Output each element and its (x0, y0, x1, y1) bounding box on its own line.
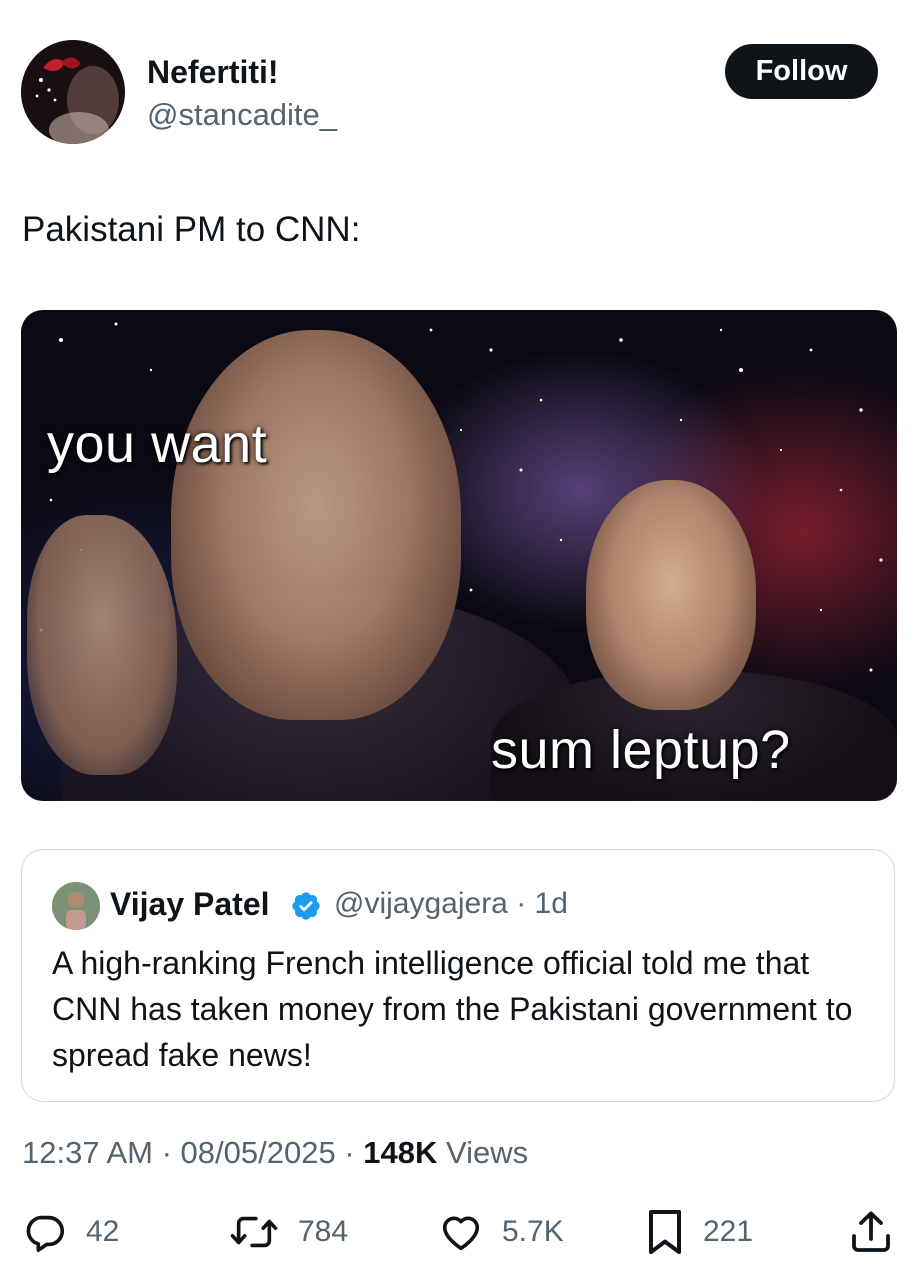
tweet-text: Pakistani PM to CNN: (22, 210, 361, 249)
bookmark-icon (649, 1210, 681, 1254)
share-button[interactable] (849, 1207, 893, 1257)
quoted-display-name[interactable]: Vijay Patel (110, 882, 270, 926)
meme-caption-top: you want (47, 414, 268, 474)
author-display-name[interactable]: Nefertiti! (147, 52, 279, 92)
reply-icon (26, 1215, 65, 1253)
heart-icon (442, 1216, 480, 1251)
tweet-meta: 12:37 AM · 08/05/2025 · 148K Views (22, 1131, 528, 1175)
quoted-avatar-image (52, 882, 100, 930)
reply-count: 42 (86, 1215, 120, 1248)
like-button[interactable]: 5.7K (438, 1207, 564, 1257)
tweet-media-image[interactable]: you want sum leptup? (21, 310, 897, 801)
verified-badge-icon (292, 892, 320, 920)
meme-caption-bottom: sum leptup? (491, 720, 791, 780)
repost-icon (230, 1216, 278, 1248)
figure-face-large (171, 330, 461, 720)
quoted-tweet-text: A high-ranking French intelligence offic… (52, 945, 853, 1073)
quoted-tweet[interactable]: Vijay Patel @vijaygajera · 1d A high-ran… (21, 849, 895, 1102)
figure-hand-large (27, 515, 177, 775)
repost-count: 784 (298, 1215, 349, 1248)
share-icon (852, 1211, 890, 1252)
figure-face-small (586, 480, 756, 710)
avatar-image (21, 40, 125, 144)
tweet: Nefertiti! @stancadite_ Follow Pakistani… (0, 0, 918, 1280)
author-avatar[interactable] (21, 40, 125, 144)
bookmark-button[interactable]: 221 (645, 1207, 753, 1257)
quoted-author-avatar[interactable] (52, 882, 100, 930)
quoted-handle-time[interactable]: @vijaygajera · 1d (334, 882, 568, 926)
bookmark-count: 221 (703, 1215, 754, 1248)
reply-button[interactable]: 42 (22, 1207, 119, 1257)
views-count: 148K (363, 1135, 438, 1170)
views-label: Views (437, 1135, 529, 1170)
repost-button[interactable]: 784 (228, 1207, 348, 1257)
like-count: 5.7K (502, 1215, 564, 1248)
author-handle[interactable]: @stancadite_ (147, 95, 337, 135)
timestamp[interactable]: 12:37 AM · 08/05/2025 · (22, 1135, 363, 1170)
follow-button[interactable]: Follow (725, 44, 878, 99)
